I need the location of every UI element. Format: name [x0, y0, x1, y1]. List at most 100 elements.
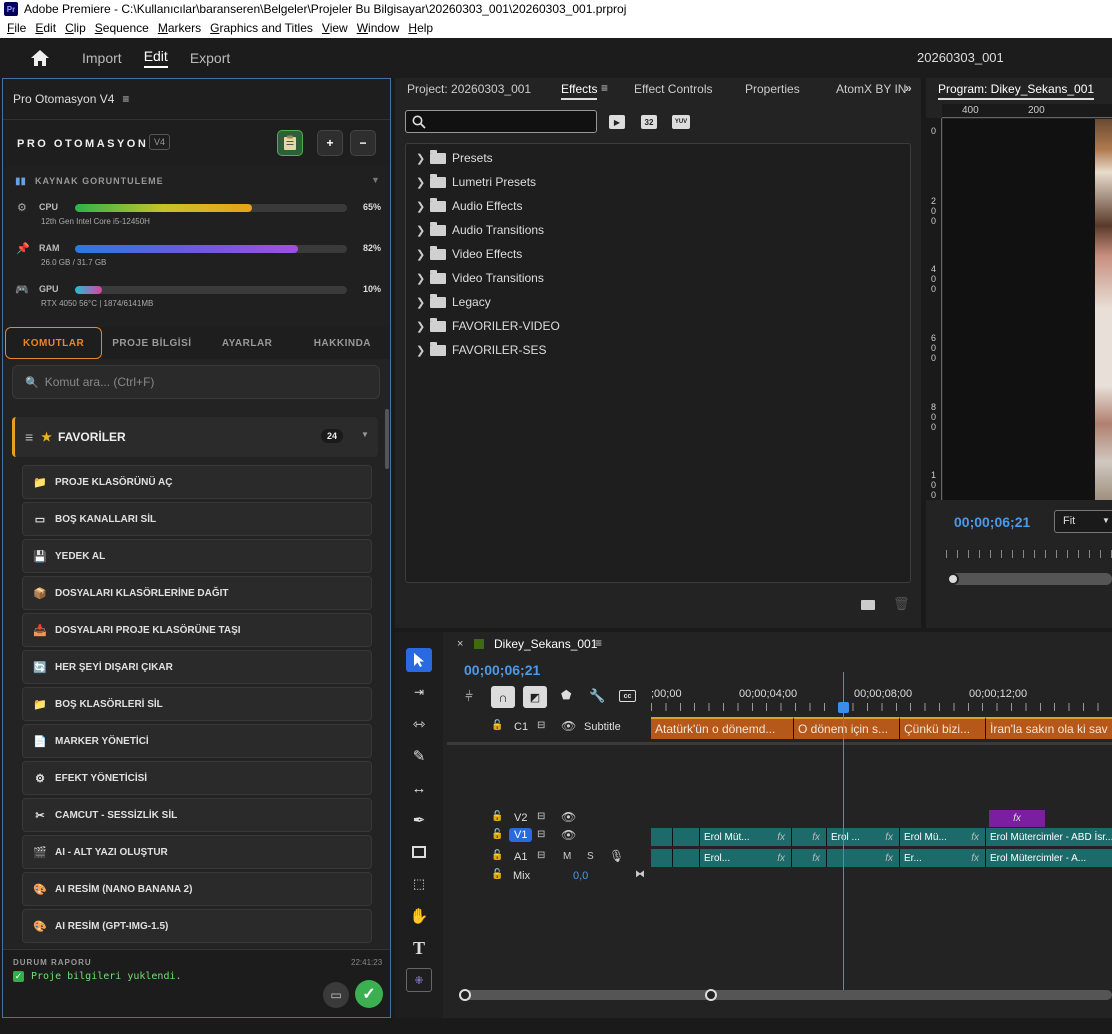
- mute-button[interactable]: M: [563, 851, 571, 862]
- mix-toggle-icon[interactable]: ⧓: [635, 869, 645, 880]
- sequence-tab[interactable]: Dikey_Sekans_001: [494, 637, 597, 651]
- command-item[interactable]: 🎨 AI RESİM (NANO BANANA 2): [22, 872, 372, 906]
- command-item[interactable]: 🎬 AI - ALT YAZI OLUŞTUR: [22, 835, 372, 869]
- a1-clip[interactable]: fx: [792, 849, 827, 867]
- chevron-right-icon[interactable]: ❯: [416, 344, 430, 357]
- chevron-right-icon[interactable]: ❯: [416, 272, 430, 285]
- a1-clip[interactable]: Erol... fx: [700, 849, 792, 867]
- new-bin-icon[interactable]: [861, 600, 875, 610]
- add-marker-icon[interactable]: ⬟: [561, 688, 571, 702]
- playhead[interactable]: [838, 672, 849, 990]
- menu-edit[interactable]: Edit: [35, 21, 56, 35]
- subtitle-clip[interactable]: Atatürk'ün o dönemd...: [651, 717, 794, 739]
- chevron-right-icon[interactable]: ❯: [416, 248, 430, 261]
- subtitle-clip[interactable]: İran'la sakın ola ki sav: [986, 717, 1112, 739]
- overflow-icon[interactable]: »: [905, 81, 912, 95]
- zoom-handle-left[interactable]: [459, 989, 471, 1001]
- accelerated-effects-icon[interactable]: ▶: [609, 115, 625, 129]
- home-icon[interactable]: [30, 49, 50, 67]
- program-timecode[interactable]: 00;00;06;21: [954, 514, 1030, 530]
- monitor-scrub-bar[interactable]: [947, 573, 1112, 585]
- effects-folder[interactable]: ❯ FAVORILER-SES: [416, 341, 546, 359]
- chevron-right-icon[interactable]: ❯: [416, 176, 430, 189]
- menu-clip[interactable]: Clip: [65, 21, 86, 35]
- timeline-ruler[interactable]: ;00;00 00;00;04;00 00;00;08;00 00;00;12;…: [651, 686, 1112, 714]
- lock-icon[interactable]: 🔓: [491, 720, 503, 731]
- add-button[interactable]: +: [317, 130, 343, 156]
- type-tool[interactable]: T: [406, 936, 432, 960]
- tab-effect-controls[interactable]: Effect Controls: [634, 82, 712, 96]
- tab-properties[interactable]: Properties: [745, 82, 800, 96]
- zoom-fit-select[interactable]: Fit ▼: [1054, 510, 1112, 533]
- keyboard-button[interactable]: ▭: [323, 982, 349, 1008]
- tab-edit[interactable]: Edit: [143, 48, 168, 68]
- linked-selection-button[interactable]: ◩: [523, 686, 547, 708]
- tab-effects[interactable]: Effects: [561, 82, 598, 100]
- v1-clip[interactable]: Erol ... fx: [827, 828, 900, 846]
- remove-button[interactable]: −: [350, 130, 376, 156]
- pen-tool[interactable]: ✒: [406, 808, 432, 832]
- v1-clip[interactable]: [651, 828, 673, 846]
- tab-proje-bilgisi[interactable]: PROJE BİLGİSİ: [104, 327, 199, 359]
- chevron-down-icon[interactable]: ▼: [361, 430, 369, 439]
- effects-folder[interactable]: ❯ Video Effects: [416, 245, 522, 263]
- effects-folder[interactable]: ❯ Legacy: [416, 293, 491, 311]
- panel-menu-icon[interactable]: ≡: [122, 92, 129, 106]
- chevron-right-icon[interactable]: ❯: [416, 152, 430, 165]
- ripple-edit-tool[interactable]: ⇿: [406, 712, 432, 736]
- nest-icon[interactable]: ⫩: [465, 688, 473, 705]
- sync-lock-icon[interactable]: ⊟: [537, 850, 545, 861]
- command-item[interactable]: ⚙ EFEKT YÖNETİCİSİ: [22, 761, 372, 795]
- sync-lock-icon[interactable]: ⊟: [537, 829, 545, 840]
- track-select-tool[interactable]: ⇥: [406, 680, 432, 704]
- effects-folder[interactable]: ❯ Video Transitions: [416, 269, 544, 287]
- chevron-right-icon[interactable]: ❯: [416, 296, 430, 309]
- command-item[interactable]: 📁 BOŞ KLASÖRLERİ SİL: [22, 687, 372, 721]
- command-item[interactable]: 📄 MARKER YÖNETİCİ: [22, 724, 372, 758]
- v1-clip[interactable]: Erol Müt... fx: [700, 828, 792, 846]
- lock-icon[interactable]: 🔓: [491, 811, 503, 822]
- rectangle-tool[interactable]: [406, 840, 432, 864]
- tab-hakkinda[interactable]: HAKKINDA: [295, 327, 390, 359]
- menu-view[interactable]: View: [322, 21, 348, 35]
- a1-clip[interactable]: [673, 849, 700, 867]
- menu-help[interactable]: Help: [408, 21, 433, 35]
- subtitle-clip[interactable]: Çünkü bizi...: [900, 717, 986, 739]
- a1-clip[interactable]: Er... fx: [900, 849, 986, 867]
- menu-file[interactable]: File: [7, 21, 26, 35]
- program-title[interactable]: Program: Dikey_Sekans_001: [938, 82, 1095, 100]
- effects-folder[interactable]: ❯ FAVORILER-VIDEO: [416, 317, 560, 335]
- razor-tool[interactable]: ✎: [406, 744, 432, 768]
- solo-button[interactable]: S: [587, 851, 594, 862]
- chevron-right-icon[interactable]: ❯: [416, 200, 430, 213]
- sync-lock-icon[interactable]: ⊟: [537, 811, 545, 822]
- menu-sequence[interactable]: Sequence: [95, 21, 149, 35]
- 32bit-effects-icon[interactable]: 32: [641, 115, 657, 129]
- snap-button[interactable]: ∩: [491, 686, 515, 708]
- lock-icon[interactable]: 🔓: [491, 850, 503, 861]
- microphone-icon[interactable]: 🎙: [609, 849, 624, 863]
- tab-atomx[interactable]: AtomX BY IN: [836, 82, 906, 96]
- v2-clip[interactable]: fx: [989, 810, 1045, 827]
- slip-tool[interactable]: ↔: [406, 776, 432, 800]
- command-search-input[interactable]: 🔍 Komut ara... (Ctrl+F): [12, 365, 380, 399]
- v1-clip[interactable]: fx: [792, 828, 827, 846]
- zoom-handle-right[interactable]: [705, 989, 717, 1001]
- tab-import[interactable]: Import: [82, 50, 122, 66]
- collapse-icon[interactable]: ▼: [371, 175, 380, 185]
- tab-komutlar[interactable]: KOMUTLAR: [5, 327, 103, 359]
- close-sequence-icon[interactable]: ×: [457, 638, 463, 650]
- effects-search-input[interactable]: [405, 110, 597, 133]
- command-item[interactable]: 📁 PROJE KLASÖRÜNÜ AÇ: [22, 465, 372, 499]
- lock-icon[interactable]: 🔓: [491, 869, 503, 880]
- command-item[interactable]: 🔄 HER ŞEYİ DIŞARI ÇIKAR: [22, 650, 372, 684]
- command-item[interactable]: 🎨 AI RESİM (GPT-IMG-1.5): [22, 909, 372, 943]
- command-item[interactable]: ▭ BOŞ KANALLARI SİL: [22, 502, 372, 536]
- chevron-right-icon[interactable]: ❯: [416, 224, 430, 237]
- timeline-timecode[interactable]: 00;00;06;21: [464, 662, 540, 678]
- scrub-handle[interactable]: [947, 573, 959, 585]
- scrollbar[interactable]: [385, 409, 389, 469]
- sync-lock-icon[interactable]: ⊟: [537, 720, 545, 731]
- tab-project[interactable]: Project: 20260303_001: [407, 82, 531, 96]
- clipboard-button[interactable]: [277, 130, 303, 156]
